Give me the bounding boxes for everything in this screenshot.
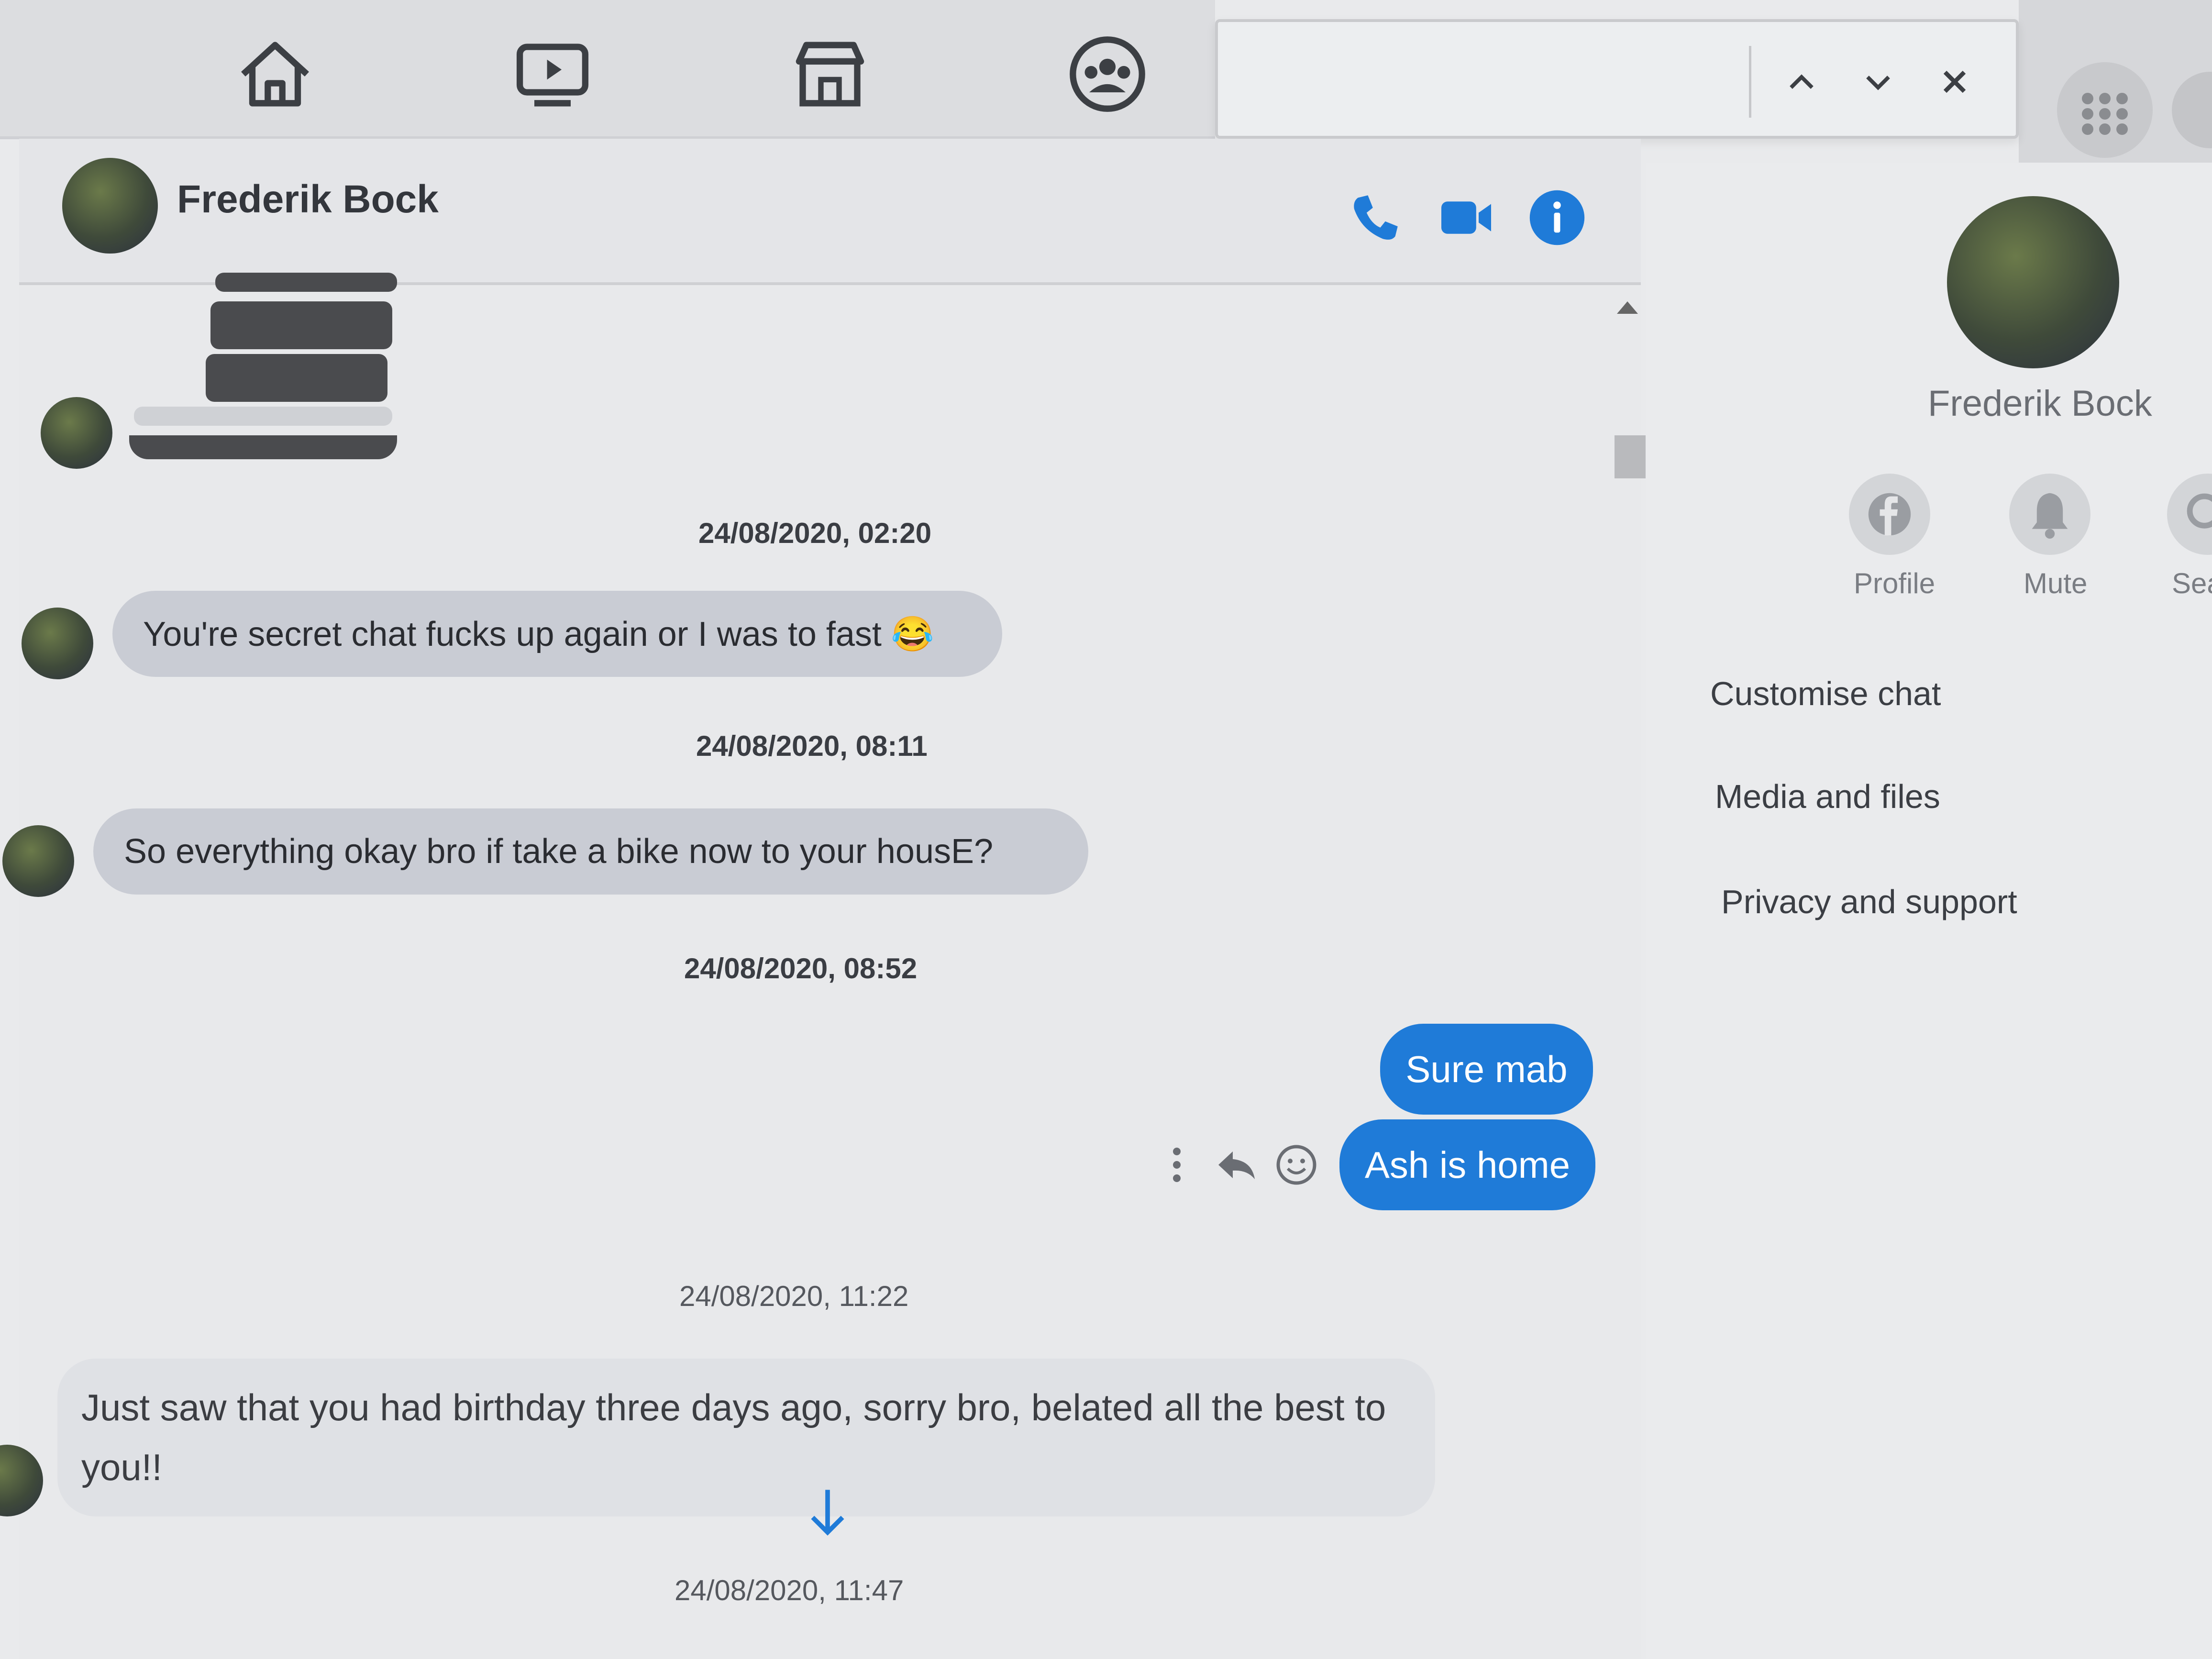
avatar[interactable]: [62, 158, 158, 254]
find-bar: [1215, 19, 2019, 139]
profile-action-label[interactable]: Profile: [1854, 567, 1935, 600]
marketplace-icon[interactable]: [785, 29, 875, 120]
more-icon[interactable]: [1153, 1141, 1201, 1189]
menu-item-customise-chat[interactable]: Customise chat: [1710, 675, 1941, 713]
image-content: [129, 435, 397, 459]
contact-name[interactable]: Frederik Bock: [177, 177, 439, 222]
chevron-up-icon[interactable]: [1778, 58, 1825, 106]
avatar[interactable]: [1947, 196, 2119, 368]
scrollbar[interactable]: [1607, 297, 1646, 1598]
apps-grid-icon[interactable]: [2057, 62, 2153, 158]
top-navigation-bar: [0, 0, 1215, 139]
message-timestamp: 24/08/2020, 11:47: [675, 1574, 904, 1606]
image-content: [210, 301, 392, 349]
chevron-down-icon[interactable]: [1854, 58, 1902, 106]
scroll-up-icon[interactable]: [1617, 301, 1638, 314]
message-timestamp: 24/08/2020, 11:22: [679, 1280, 909, 1312]
scroll-thumb[interactable]: [1615, 435, 1648, 478]
search-action-label[interactable]: Sea: [2172, 567, 2212, 600]
avatar: [41, 397, 112, 469]
incoming-message[interactable]: So everything okay bro if take a bike no…: [93, 808, 1088, 895]
reply-icon[interactable]: [1213, 1141, 1261, 1189]
find-divider: [1749, 46, 1751, 118]
menu-item-media-files[interactable]: Media and files: [1715, 777, 1940, 816]
image-content: [215, 273, 397, 292]
info-icon[interactable]: [1526, 187, 1588, 249]
facebook-icon[interactable]: [1849, 474, 1930, 555]
mute-action-label[interactable]: Mute: [2024, 567, 2087, 600]
info-contact-name: Frederik Bock: [1928, 383, 2152, 424]
menu-item-privacy-support[interactable]: Privacy and support: [1721, 883, 2017, 921]
message-timestamp: 24/08/2020, 08:52: [684, 952, 918, 984]
message-timestamp: 24/08/2020, 08:11: [696, 730, 928, 762]
outgoing-message[interactable]: Ash is home: [1339, 1119, 1595, 1210]
groups-icon[interactable]: [1062, 29, 1153, 120]
avatar: [22, 608, 93, 679]
home-icon[interactable]: [230, 29, 321, 120]
watch-icon[interactable]: [507, 29, 598, 120]
bell-icon[interactable]: [2009, 474, 2090, 555]
message-timestamp: 24/08/2020, 02:20: [698, 517, 932, 549]
react-icon[interactable]: [1272, 1141, 1320, 1189]
video-icon[interactable]: [1435, 187, 1497, 249]
incoming-message: Just saw that you had birthday three day…: [81, 1386, 1386, 1488]
image-content: [206, 354, 387, 402]
outgoing-message[interactable]: Sure mab: [1380, 1024, 1593, 1115]
incoming-message[interactable]: You're secret chat fucks up again or I w…: [112, 591, 1002, 677]
chat-header: Frederik Bock: [19, 139, 1641, 285]
close-icon[interactable]: [1931, 58, 1979, 106]
arrow-down-icon[interactable]: [799, 1483, 856, 1540]
avatar: [2, 825, 74, 897]
search-icon[interactable]: [2167, 474, 2212, 555]
image-message[interactable]: [129, 273, 407, 464]
phone-icon[interactable]: [1344, 187, 1406, 249]
image-content: [134, 407, 392, 426]
